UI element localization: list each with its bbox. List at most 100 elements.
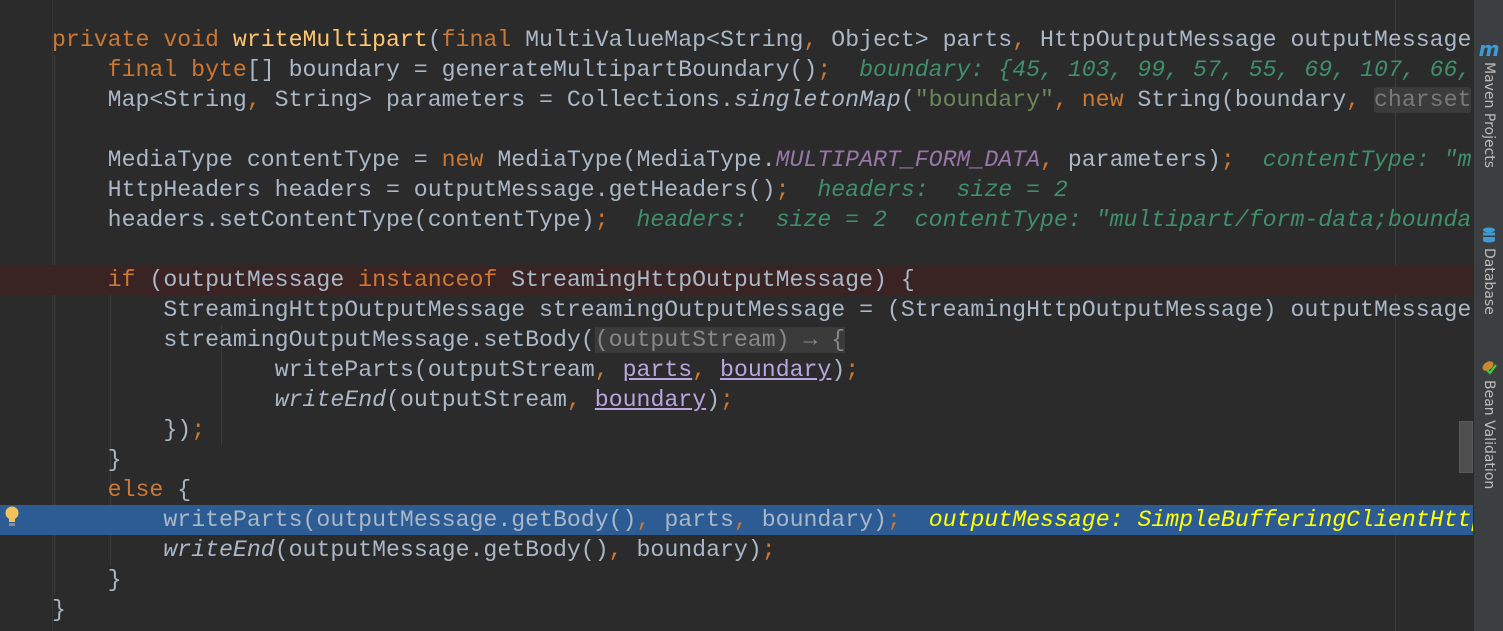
code-line[interactable]: writeEnd(outputStream, boundary); (0, 385, 1473, 415)
vertical-scrollbar-thumb[interactable] (1459, 421, 1473, 473)
code-text: ) (706, 387, 721, 413)
line-content: }); (163, 415, 205, 445)
keyword: , (803, 27, 832, 53)
database-label: Database (1481, 248, 1497, 315)
database-tool-button[interactable]: Database (1474, 226, 1503, 315)
code-text: boundary) (636, 537, 762, 563)
code-line[interactable]: } (0, 565, 1473, 595)
code-line[interactable]: else { (0, 475, 1473, 505)
keyword: , (566, 387, 595, 413)
code-text: ) (831, 357, 846, 383)
code-line[interactable]: }); (0, 415, 1473, 445)
debug-inline-value: headers: size = 2 contentType: "multipar… (608, 207, 1472, 233)
code-text: } (52, 597, 66, 623)
bean-validation-icon (1480, 358, 1498, 376)
code-line[interactable]: writeEnd(outputMessage.getBody(), bounda… (0, 535, 1473, 565)
line-content: writeParts(outputStream, parts, boundary… (275, 355, 859, 385)
code-text: headers.setContentType(contentType) (107, 207, 595, 233)
code-editor[interactable]: private void writeMultipart(final MultiV… (0, 0, 1473, 631)
code-text: StreamingHttpOutputMessage streamingOutp… (163, 297, 1472, 323)
line-content: writeEnd(outputMessage.getBody(), bounda… (163, 535, 775, 565)
captured-variable: boundary (594, 387, 707, 413)
keyword: ; (845, 357, 860, 383)
code-text: }) (163, 417, 192, 443)
keyword: if (107, 267, 150, 293)
debug-inline-value: headers: size = 2 (789, 177, 1068, 203)
code-text: boundary) (761, 507, 887, 533)
code-text: parts (664, 507, 734, 533)
code-text: writeParts(outputMessage.getBody() (163, 507, 637, 533)
line-content: MediaType contentType = new MediaType(Me… (108, 145, 1472, 175)
debug-inline-value: outputMessage: SimpleBufferingClientHttp… (928, 507, 1473, 533)
code-line[interactable]: private void writeMultipart(final MultiV… (0, 25, 1473, 55)
code-text: HttpOutputMessage outputMessage (1040, 27, 1472, 53)
code-text: (outputMessage.getBody() (274, 537, 609, 563)
captured-variable: boundary (720, 357, 832, 383)
code-line[interactable]: Map<String, String> parameters = Collect… (0, 85, 1473, 115)
code-line[interactable]: } (0, 595, 1473, 625)
keyword: new (441, 147, 498, 173)
code-text: { (177, 477, 192, 503)
code-text: } (107, 447, 122, 473)
code-line[interactable] (0, 115, 1473, 145)
line-content: Map<String, String> parameters = Collect… (108, 85, 1472, 115)
method-name: writeMultipart (232, 27, 428, 53)
static-method: writeEnd (274, 387, 387, 413)
code-text: writeParts(outputStream (274, 357, 595, 383)
constant: MULTIPART_FORM_DATA (775, 147, 1040, 173)
keyword: ; (1220, 147, 1235, 173)
line-content: } (108, 565, 122, 595)
code-line[interactable]: HttpHeaders headers = outputMessage.getH… (0, 175, 1473, 205)
code-line[interactable]: streamingOutputMessage.setBody((outputSt… (0, 325, 1473, 355)
code-line[interactable]: MediaType contentType = new MediaType(Me… (0, 145, 1473, 175)
code-text: streamingOutputMessage.setBody( (163, 327, 595, 353)
line-content: streamingOutputMessage.setBody((outputSt… (163, 325, 846, 355)
code-text: (outputMessage (149, 267, 359, 293)
keyword: , new (1053, 87, 1138, 113)
right-tool-window-bar: m Maven Projects Database Bean Validatio… (1473, 0, 1503, 631)
code-line[interactable] (0, 235, 1473, 265)
code-text: String(boundary (1137, 87, 1347, 113)
code-text: String> parameters = Collections. (274, 87, 734, 113)
execution-point-line[interactable]: writeParts(outputMessage.getBody(), part… (0, 505, 1473, 535)
maven-projects-tool-button[interactable]: m Maven Projects (1474, 39, 1503, 169)
breakpoint-line[interactable]: if (outputMessage instanceof StreamingHt… (0, 265, 1473, 295)
code-line[interactable]: } (0, 445, 1473, 475)
bean-validation-tool-button[interactable]: Bean Validation (1474, 358, 1503, 489)
code-line[interactable]: final byte[] boundary = generateMultipar… (0, 55, 1473, 85)
keyword: ; (817, 57, 832, 83)
code-text: Map<String (107, 87, 247, 113)
keyword: ; (775, 177, 790, 203)
code-text: } (107, 567, 122, 593)
database-icon (1480, 226, 1498, 244)
keyword: , (246, 87, 275, 113)
bean-validation-label: Bean Validation (1481, 380, 1497, 490)
code-text: (outputStream (386, 387, 567, 413)
code-text: MediaType(MediaType. (497, 147, 776, 173)
keyword: , (636, 507, 665, 533)
code-text: ( (427, 27, 442, 53)
keyword: , (692, 357, 721, 383)
keyword: final (441, 27, 526, 53)
parameter-hint: charset (1374, 87, 1472, 113)
code-line[interactable]: StreamingHttpOutputMessage streamingOutp… (0, 295, 1473, 325)
line-content: StreamingHttpOutputMessage streamingOutp… (163, 295, 1471, 325)
code-text: Object> parts (831, 27, 1013, 53)
captured-variable: parts (622, 357, 693, 383)
keyword: , (733, 507, 762, 533)
keyword: , (608, 537, 637, 563)
static-method: writeEnd (163, 537, 275, 563)
keyword: ; (594, 207, 609, 233)
keyword: final byte (107, 57, 247, 83)
keyword: ; (886, 507, 901, 533)
debug-inline-value: boundary: {45, 103, 99, 57, 55, 69, 107,… (831, 57, 1472, 83)
lambda-parameter: (outputStream) → { (594, 327, 846, 353)
maven-projects-label: Maven Projects (1481, 62, 1497, 169)
code-text: StreamingHttpOutputMessage) { (511, 267, 915, 293)
code-line[interactable]: headers.setContentType(contentType); hea… (0, 205, 1473, 235)
line-content: HttpHeaders headers = outputMessage.getH… (108, 175, 1068, 205)
line-content: writeParts(outputMessage.getBody(), part… (163, 505, 1473, 535)
lightbulb-icon[interactable] (4, 505, 20, 529)
line-content: } (108, 445, 122, 475)
code-line[interactable]: writeParts(outputStream, parts, boundary… (0, 355, 1473, 385)
